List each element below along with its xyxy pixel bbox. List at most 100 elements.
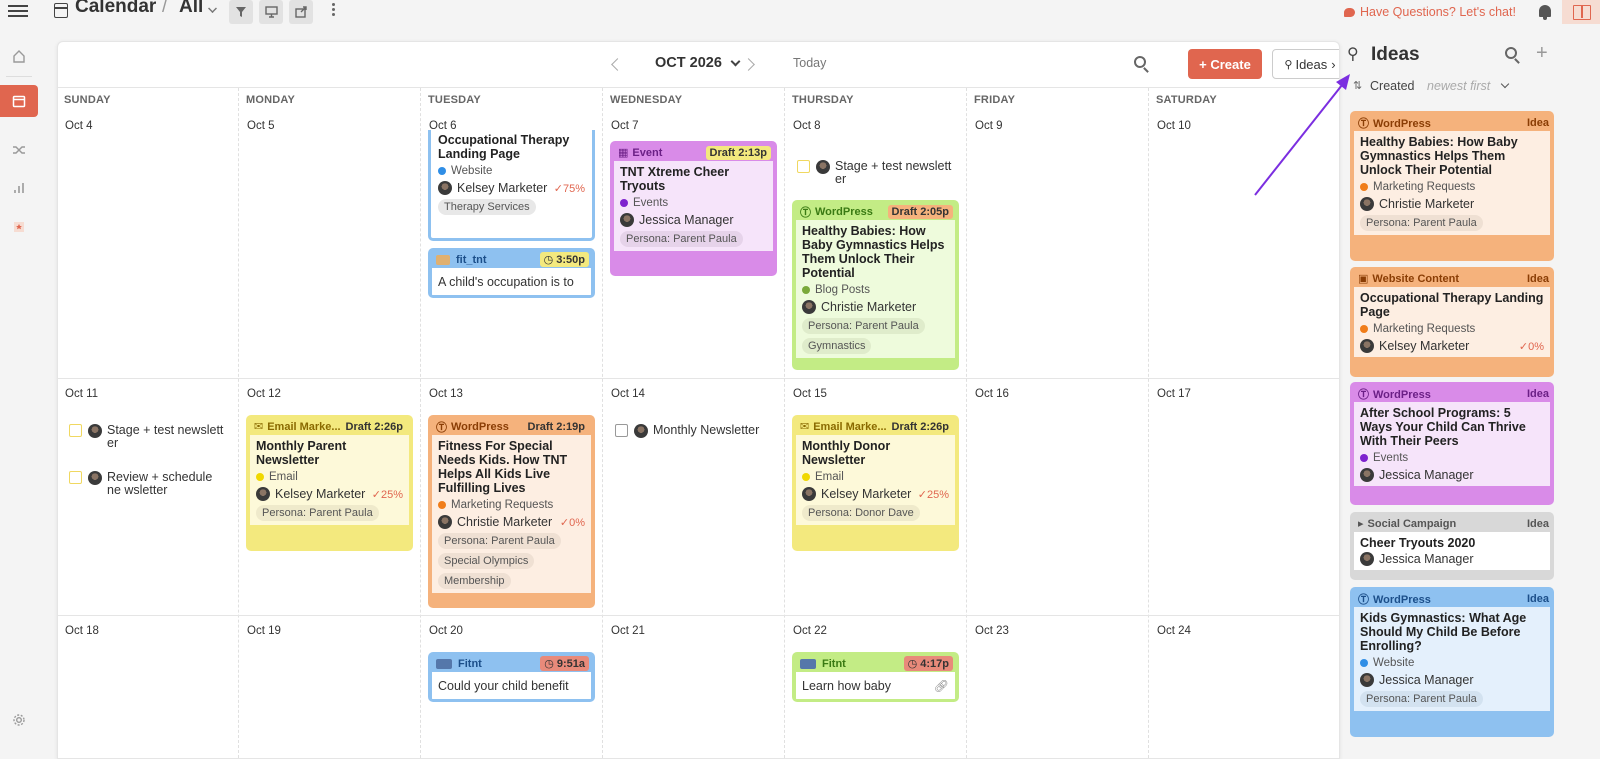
day-header-thursday: THURSDAY xyxy=(792,94,854,106)
month-chevron-icon[interactable] xyxy=(730,56,741,67)
task-checkbox[interactable] xyxy=(69,424,82,437)
task-checkbox[interactable] xyxy=(69,471,82,484)
card-category: Marketing Requests xyxy=(451,499,554,511)
card-category: Blog Posts xyxy=(815,284,870,296)
day-header-wednesday: WEDNESDAY xyxy=(610,94,683,106)
idea-category: Marketing Requests xyxy=(1373,181,1476,193)
card-category: Email xyxy=(269,471,298,483)
bell-icon[interactable] xyxy=(1539,5,1551,20)
idea-badge: Idea xyxy=(1526,116,1549,129)
date-label: Oct 18 xyxy=(65,625,99,637)
analytics-icon[interactable] xyxy=(0,172,38,204)
card-tag: Membership xyxy=(438,573,511,589)
search-icon[interactable] xyxy=(1134,56,1146,68)
next-month-arrow-icon[interactable] xyxy=(742,58,755,71)
share-button[interactable] xyxy=(289,0,313,24)
present-button[interactable] xyxy=(259,0,283,24)
help-chat-link[interactable]: Have Questions? Let's chat! xyxy=(1344,5,1516,19)
idea-card[interactable]: ▣ Website Content Idea Occupational Therap… xyxy=(1350,267,1554,377)
clock-icon: ◷ 4:17p xyxy=(903,656,953,671)
card-category: Email xyxy=(815,471,844,483)
chevron-down-icon[interactable] xyxy=(208,4,217,13)
sort-order[interactable]: newest first xyxy=(1427,79,1490,93)
grid-line xyxy=(420,88,421,758)
hamburger-menu-icon[interactable] xyxy=(8,2,28,22)
prev-month-arrow-icon[interactable] xyxy=(611,58,624,71)
idea-card[interactable]: Ⓣ WordPress Idea After School Programs: 5 … xyxy=(1350,382,1554,505)
card-title: Monthly Parent Newsletter xyxy=(256,439,347,467)
add-idea-icon[interactable]: + xyxy=(1536,42,1548,65)
date-label: Oct 9 xyxy=(975,120,1003,132)
date-label: Oct 21 xyxy=(611,625,645,637)
stage-test-task[interactable]: Stage + test newslett er xyxy=(797,160,957,186)
month-selector[interactable]: OCT 2026 xyxy=(655,55,722,71)
progress-check-icon: ✓75% xyxy=(553,182,585,195)
idea-badge: Idea xyxy=(1526,592,1549,605)
day-header-saturday: SATURDAY xyxy=(1156,94,1217,106)
idea-title: Healthy Babies: How Baby Gymnastics Help… xyxy=(1360,135,1518,177)
lightbulb-icon: ⚲ xyxy=(1347,46,1359,63)
date-label: Oct 15 xyxy=(793,388,827,400)
fitnt-learn-card[interactable]: Fitnt ◷ 4:17p Learn how baby 🔗︎ xyxy=(792,652,959,702)
starred-icon[interactable] xyxy=(0,211,38,243)
occupational-therapy-card[interactable]: Occupational Therapy Landing Page Websit… xyxy=(428,130,595,241)
stage-test-task[interactable]: Stage + test newslett er xyxy=(69,424,229,450)
monthly-parent-newsletter-card[interactable]: ✉ Email Marke... Draft 2:26p Monthly Paren… xyxy=(246,415,413,551)
tnt-xtreme-event-card[interactable]: ▦ Event Draft 2:13p TNT Xtreme Cheer Tryou… xyxy=(610,141,777,276)
healthy-babies-card[interactable]: Ⓣ WordPress Draft 2:05p Healthy Babies: Ho… xyxy=(792,200,959,370)
view-selector[interactable]: All xyxy=(179,0,203,18)
sort-chevron-icon[interactable] xyxy=(1500,79,1510,89)
card-person: Jessica Manager xyxy=(639,213,734,227)
card-status: Draft xyxy=(345,420,372,433)
idea-card[interactable]: Ⓣ WordPress Idea Healthy Babies: How Baby … xyxy=(1350,111,1554,261)
card-tag: Persona: Parent Paula xyxy=(802,318,925,334)
review-schedule-task[interactable]: Review + schedule ne wsletter xyxy=(69,471,229,497)
fit-tnt-social-card[interactable]: fit_tnt ◷ 3:50p A child's occupation is t… xyxy=(428,248,595,298)
task-checkbox[interactable] xyxy=(615,424,628,437)
settings-gear-icon[interactable] xyxy=(0,704,38,736)
card-person: Christie Marketer xyxy=(457,515,553,529)
date-label: Oct 20 xyxy=(429,625,463,637)
shuffle-icon[interactable] xyxy=(0,134,38,166)
date-label: Oct 13 xyxy=(429,388,463,400)
progress-check-icon: ✓25% xyxy=(371,488,403,501)
avatar xyxy=(256,487,270,501)
card-text: Learn how baby xyxy=(802,679,891,693)
card-tag: Persona: Parent Paula xyxy=(620,231,743,247)
idea-person: Christie Marketer xyxy=(1379,197,1475,211)
idea-card[interactable]: ▸ Social Campaign Idea Cheer Tryouts 2020 … xyxy=(1350,512,1554,580)
sort-field[interactable]: Created xyxy=(1370,79,1414,93)
facebook-icon xyxy=(436,658,452,669)
calendar-nav-icon[interactable] xyxy=(0,85,38,117)
idea-card[interactable]: Ⓣ WordPress Idea Kids Gymnastics: What Age… xyxy=(1350,587,1554,737)
monthly-newsletter-task[interactable]: Monthly Newsletter xyxy=(615,424,775,438)
book-icon[interactable] xyxy=(1562,0,1600,24)
home-icon[interactable] xyxy=(0,40,38,72)
fitnt-facebook-card[interactable]: Fitnt ◷ 9:51a Could your child benefit xyxy=(428,652,595,702)
email-icon: ✉ xyxy=(254,421,264,433)
idea-type: Social Campaign xyxy=(1367,518,1457,530)
category-dot xyxy=(1360,454,1368,462)
task-text: Stage + test newslett er xyxy=(107,423,224,450)
today-button[interactable]: Today xyxy=(793,56,826,70)
idea-person: Jessica Manager xyxy=(1379,552,1474,566)
card-time: 2:19p xyxy=(556,420,585,433)
clock-icon: ◷ 3:50p xyxy=(539,252,589,267)
card-status: Draft xyxy=(891,205,918,218)
task-checkbox[interactable] xyxy=(797,160,810,173)
date-label: Oct 19 xyxy=(247,625,281,637)
avatar xyxy=(1360,468,1374,482)
grid-line xyxy=(966,88,967,758)
more-options-icon[interactable] xyxy=(332,3,336,18)
idea-tag: Persona: Parent Paula xyxy=(1360,215,1483,231)
card-time: 9:51a xyxy=(556,658,585,670)
twitter-icon xyxy=(436,254,450,265)
monthly-donor-newsletter-card[interactable]: ✉ Email Marke... Draft 2:26p Monthly Donor… xyxy=(792,415,959,551)
ideas-search-icon[interactable] xyxy=(1505,47,1517,59)
fitness-special-needs-card[interactable]: Ⓣ WordPress Draft 2:19p Fitness For Specia… xyxy=(428,415,595,608)
filter-button[interactable] xyxy=(229,0,253,24)
card-type: WordPress xyxy=(451,420,509,433)
category-dot xyxy=(1360,659,1368,667)
date-label: Oct 8 xyxy=(793,120,821,132)
avatar xyxy=(438,515,452,529)
